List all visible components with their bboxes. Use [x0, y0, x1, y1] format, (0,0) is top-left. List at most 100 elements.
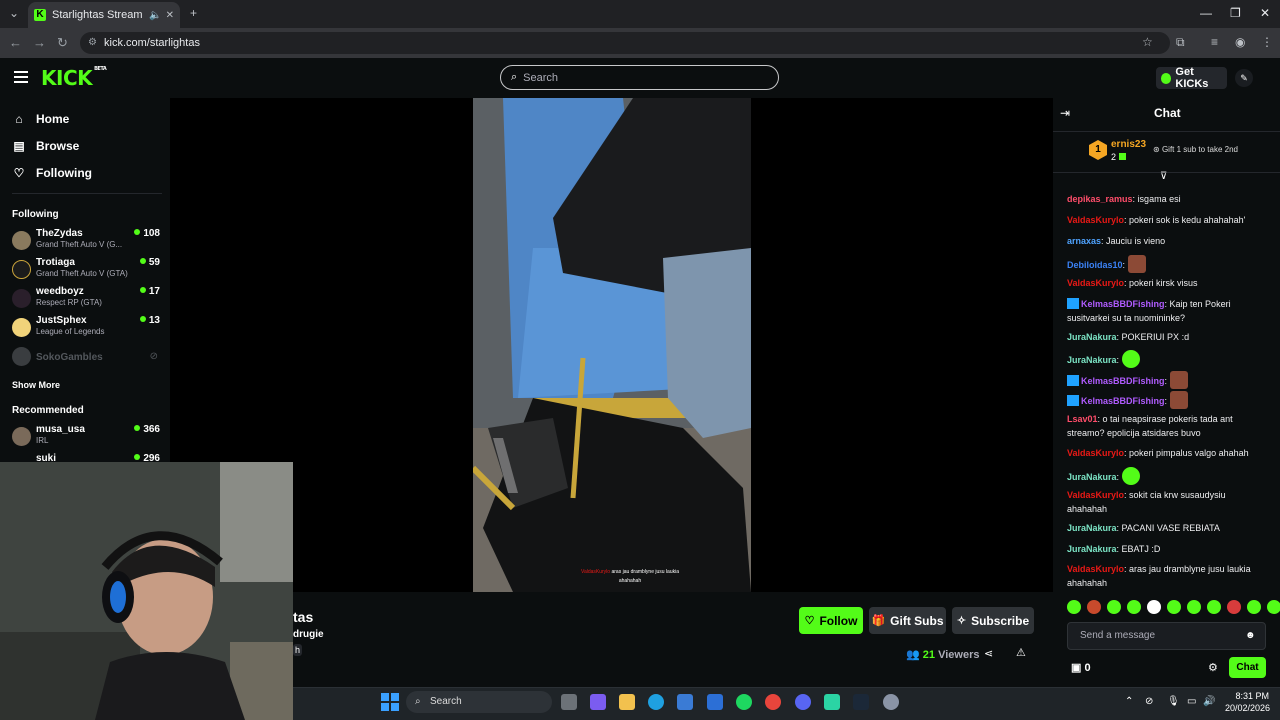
app-icon[interactable] [824, 694, 840, 710]
microphone-icon[interactable]: 🎙 [1167, 696, 1180, 707]
following-channel-trotiaga[interactable]: Trotiaga Grand Theft Auto V (GTA) 59 [12, 257, 160, 285]
chat-username[interactable]: Debiloidas10 [1067, 260, 1123, 270]
quick-emote[interactable] [1087, 600, 1101, 614]
forward-icon[interactable]: → [33, 35, 46, 50]
following-channel-sokogambles[interactable]: SokoGambles ⊘ [12, 347, 160, 378]
chat-username[interactable]: arnaxas [1067, 236, 1101, 246]
gift-subs-button[interactable]: 🎁 Gift Subs [869, 607, 946, 634]
quick-emote[interactable] [1247, 600, 1261, 614]
close-tab-icon[interactable]: ✕ [166, 10, 174, 21]
edge-icon[interactable] [648, 694, 664, 710]
profile-icon[interactable]: ◉ [1235, 35, 1245, 49]
chat-emote[interactable] [1169, 371, 1188, 389]
show-more-link[interactable]: Show More [12, 380, 60, 390]
chat-input-box[interactable] [1067, 622, 1266, 650]
chat-username[interactable]: Lsav01 [1067, 414, 1098, 424]
reload-icon[interactable]: ↻ [57, 35, 68, 51]
bookmark-star-icon[interactable]: ☆ [1142, 35, 1153, 49]
user-avatar[interactable]: ✎ [1235, 69, 1253, 87]
copilot-icon[interactable] [590, 694, 606, 710]
chat-username[interactable]: ValdasKurylo [1067, 215, 1124, 225]
kick-logo[interactable]: KICK BETA [41, 66, 107, 90]
network-icon[interactable]: ▭ [1187, 696, 1196, 707]
quick-emote[interactable] [1067, 600, 1081, 614]
quick-emote[interactable] [1167, 600, 1181, 614]
recommended-channel-musa-usa[interactable]: musa_usa IRL 366 [12, 424, 160, 452]
spotify-icon[interactable] [736, 694, 752, 710]
browser-tab[interactable]: K Starlightas Stream - Watch 🔈 ✕ [28, 2, 180, 28]
emote-picker-icon[interactable]: ☻ [1245, 630, 1256, 641]
new-tab-icon[interactable]: + [190, 6, 197, 20]
collapse-chat-icon[interactable]: ⇥ [1060, 106, 1070, 120]
chrome-icon[interactable] [765, 694, 781, 710]
task-view-icon[interactable] [561, 694, 577, 710]
quick-emote[interactable] [1147, 600, 1161, 614]
following-channel-justsphex[interactable]: JustSphex League of Legends 13 [12, 315, 160, 343]
kicks-balance[interactable]: ▣ 0 [1071, 661, 1091, 674]
chat-emote[interactable] [1121, 350, 1140, 368]
chat-username[interactable]: JuraNakura [1067, 472, 1117, 482]
taskbar-clock[interactable]: 8:31 PM 20/02/2026 [1225, 690, 1270, 714]
browser-menu-icon[interactable]: ⋮ [1261, 35, 1273, 49]
quick-emote[interactable] [1267, 600, 1280, 614]
get-kicks-button[interactable]: Get KICKs [1156, 66, 1227, 90]
chat-emote[interactable] [1127, 255, 1146, 273]
steam-icon[interactable] [853, 694, 869, 710]
chat-username[interactable]: ValdasKurylo [1067, 278, 1124, 288]
streamer-name[interactable]: tas [293, 609, 313, 625]
mail-icon[interactable] [707, 694, 723, 710]
close-window-icon[interactable]: ✕ [1260, 6, 1270, 20]
chat-username[interactable]: JuraNakura [1067, 544, 1117, 554]
video-frame[interactable] [473, 98, 751, 592]
pinned-toggle-icon[interactable]: ⊽ [1160, 171, 1167, 182]
chat-message-input[interactable] [1080, 630, 1240, 641]
following-channel-thezydas[interactable]: TheZydas Grand Theft Auto V (G... 108 [12, 228, 160, 256]
chat-username[interactable]: JuraNakura [1067, 523, 1117, 533]
quick-emote[interactable] [1207, 600, 1221, 614]
chat-username[interactable]: KelmasBBDFishing [1081, 396, 1165, 406]
media-control-icon[interactable]: ≡ [1211, 35, 1218, 49]
file-explorer-icon[interactable] [619, 694, 635, 710]
settings-icon[interactable] [883, 694, 899, 710]
chat-username[interactable]: JuraNakura [1067, 355, 1117, 365]
taskbar-search[interactable]: ⌕ Search [406, 691, 552, 713]
subscribe-button[interactable]: ✧ Subscribe [952, 607, 1034, 634]
gift-hint[interactable]: ⊛ Gift 1 sub to take 2nd [1153, 145, 1238, 154]
volume-icon[interactable]: 🔊 [1203, 696, 1215, 707]
start-button[interactable] [381, 693, 399, 711]
extensions-icon[interactable]: ⧉ [1176, 35, 1185, 50]
follow-button[interactable]: ♡ Follow [799, 607, 863, 634]
back-icon[interactable]: ← [9, 35, 22, 50]
share-icon[interactable]: ⋖ [984, 647, 993, 660]
stream-category-tag[interactable]: h [293, 644, 302, 656]
nav-following[interactable]: ♡ Following [12, 166, 92, 180]
top-gifter-name[interactable]: ernis23 [1111, 139, 1146, 150]
maximize-icon[interactable]: ❐ [1230, 6, 1241, 20]
chat-username[interactable]: JuraNakura [1067, 332, 1117, 342]
chat-username[interactable]: KelmasBBDFishing [1081, 299, 1165, 309]
hamburger-menu-icon[interactable] [14, 71, 28, 83]
tray-overflow-icon[interactable]: ⌃ [1125, 696, 1133, 707]
nav-home[interactable]: ⌂ Home [12, 112, 69, 126]
minimize-icon[interactable]: — [1200, 6, 1212, 20]
site-info-icon[interactable]: ⚙ [88, 32, 97, 54]
store-icon[interactable] [677, 694, 693, 710]
search-input[interactable] [523, 71, 754, 84]
nav-browse[interactable]: ▤ Browse [12, 139, 79, 153]
chat-username[interactable]: ValdasKurylo [1067, 564, 1124, 574]
recommended-channel-suki[interactable]: suki 296 [12, 453, 160, 462]
tab-search-icon[interactable]: ⌄ [9, 6, 19, 20]
report-icon[interactable]: ⚠ [1016, 646, 1026, 659]
quick-emote[interactable] [1227, 600, 1241, 614]
following-channel-weedboyz[interactable]: weedboyz Respect RP (GTA) 17 [12, 286, 160, 314]
send-chat-button[interactable]: Chat [1229, 657, 1266, 678]
speaker-icon[interactable]: 🔈 [149, 10, 161, 21]
quick-emote[interactable] [1107, 600, 1121, 614]
discord-icon[interactable] [795, 694, 811, 710]
quick-emote[interactable] [1127, 600, 1141, 614]
chat-settings-icon[interactable]: ⚙ [1208, 661, 1218, 674]
search-bar[interactable]: ⌕ [500, 65, 779, 90]
chat-emote[interactable] [1121, 467, 1140, 485]
chat-emote[interactable] [1169, 391, 1188, 409]
chat-username[interactable]: ValdasKurylo [1067, 490, 1124, 500]
